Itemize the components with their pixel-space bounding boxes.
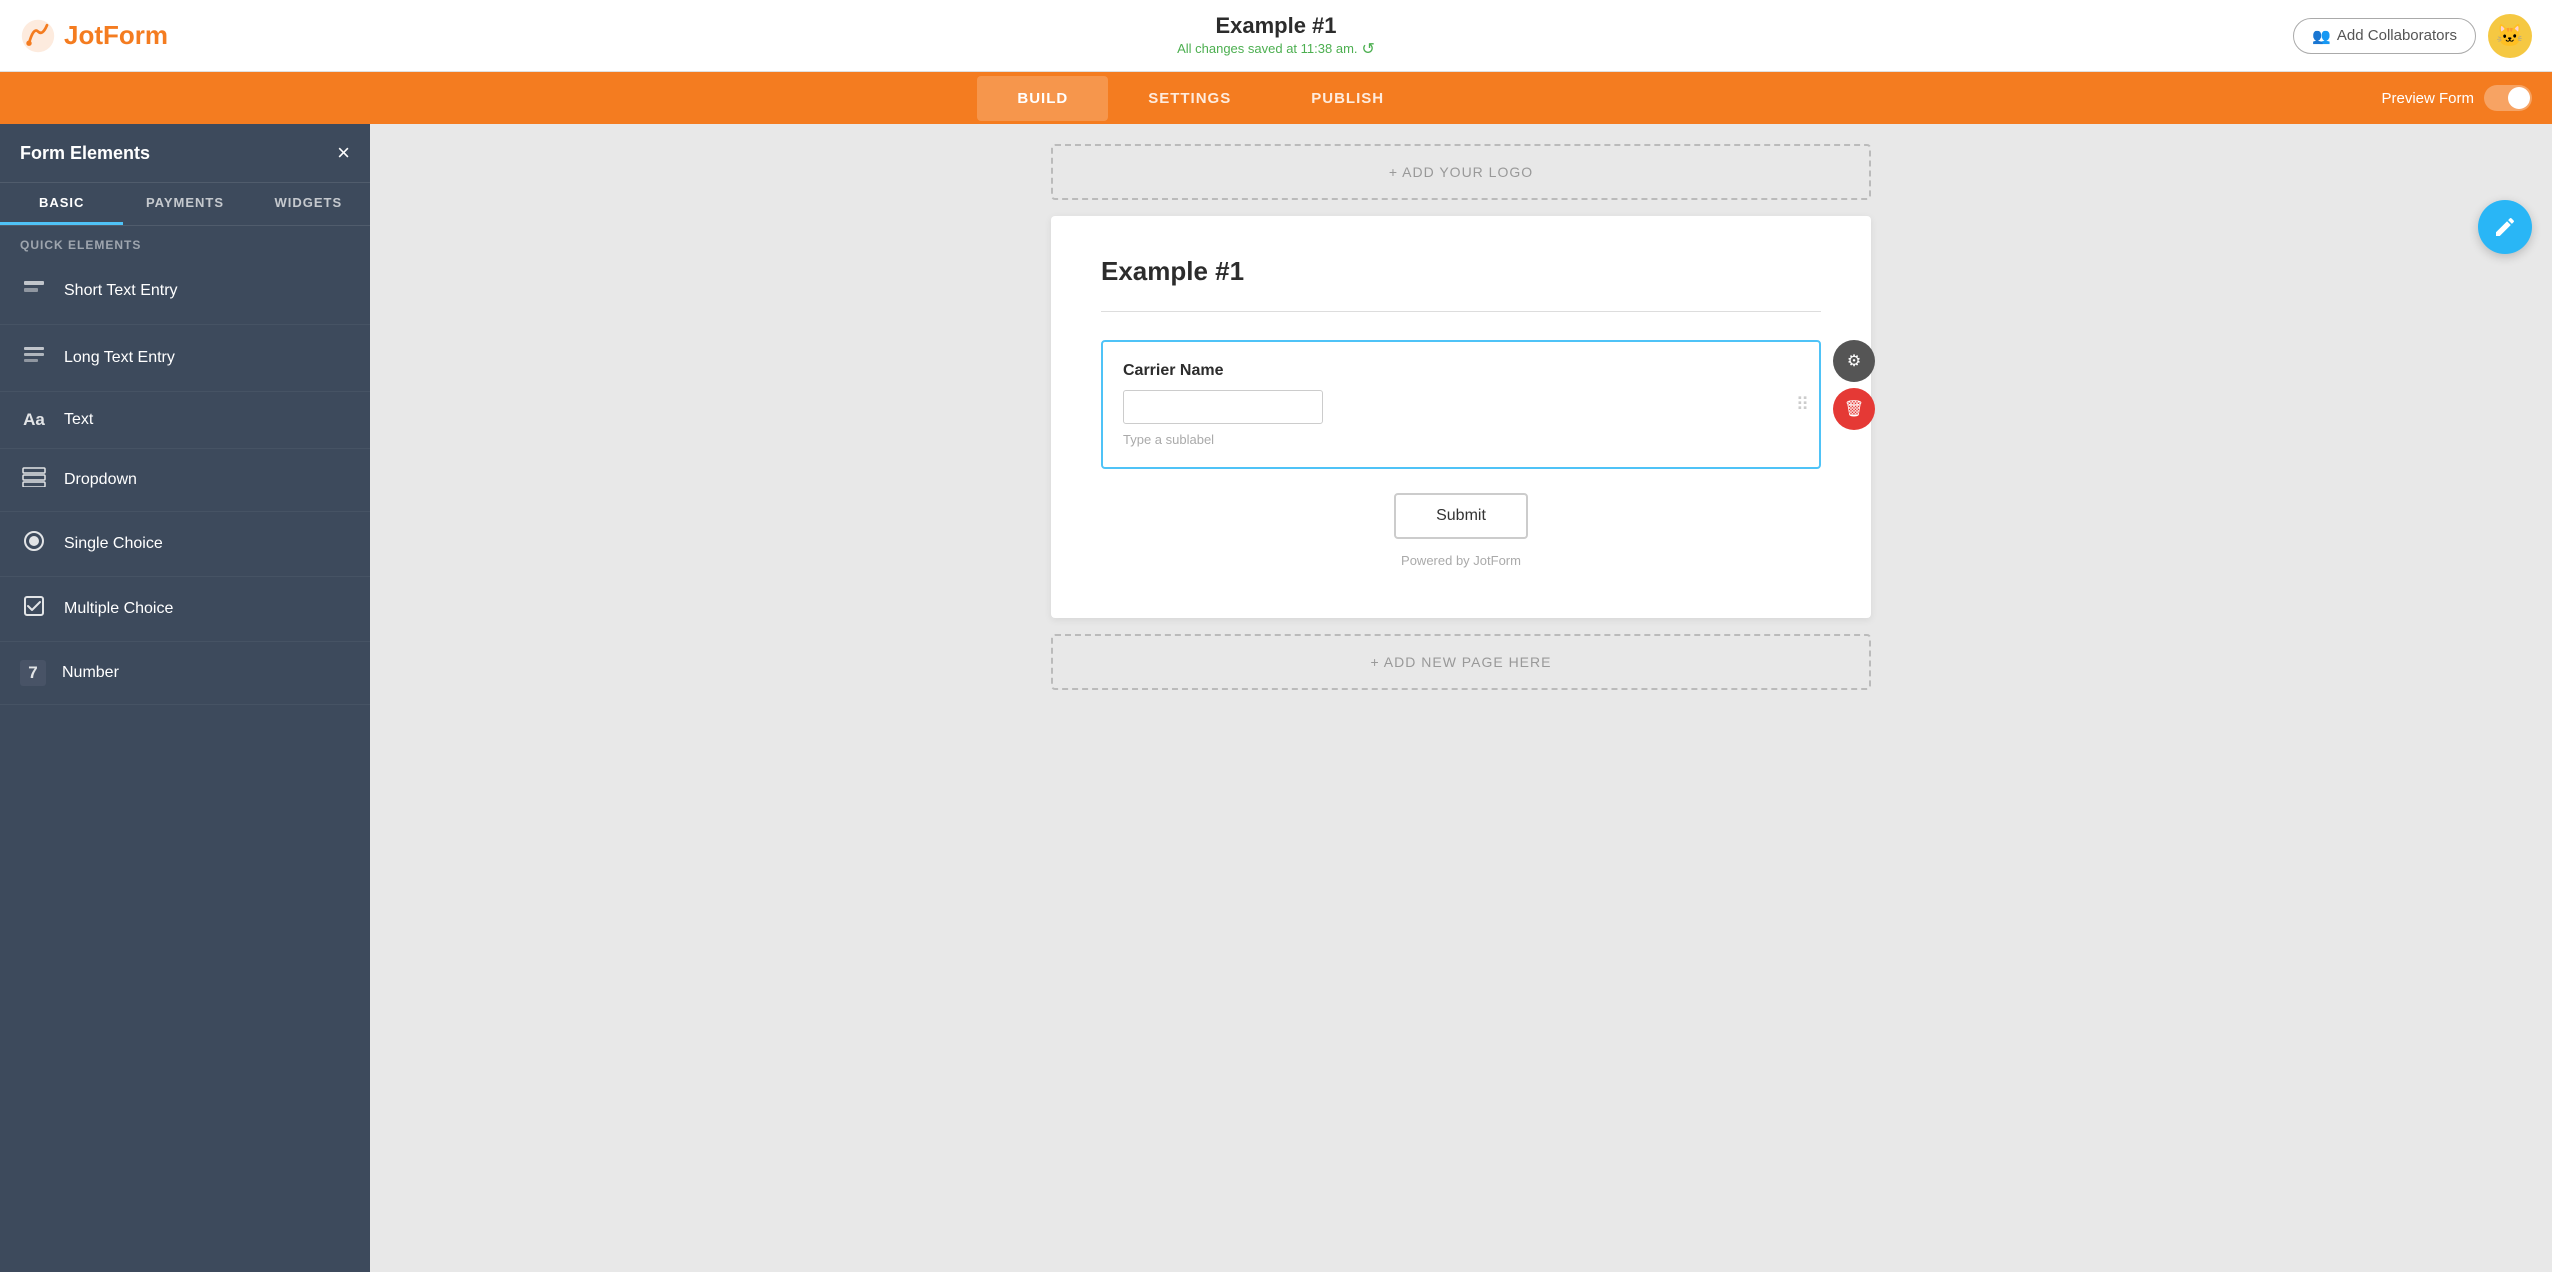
saved-status: All changes saved at 11:38 am. ↺: [1177, 39, 1375, 59]
field-actions: ⚙ 🗑: [1833, 340, 1875, 430]
header-center: Example #1 All changes saved at 11:38 am…: [1177, 13, 1375, 59]
toggle-knob: [2508, 87, 2530, 109]
submit-button[interactable]: Submit: [1394, 493, 1528, 539]
short-text-icon: [20, 276, 48, 306]
powered-by: Powered by JotForm: [1101, 553, 1821, 568]
field-sublabel: Type a sublabel: [1123, 432, 1799, 447]
field-delete-button[interactable]: 🗑: [1833, 388, 1875, 430]
preview-form-label: Preview Form: [2381, 90, 2474, 107]
sidebar-items: Short Text Entry Long Text Entry Aa Text…: [0, 258, 370, 1272]
number-icon: 7: [20, 660, 46, 686]
tab-widgets[interactable]: WIDGETS: [247, 183, 370, 225]
add-new-page-area[interactable]: + ADD NEW PAGE HERE: [1051, 634, 1871, 690]
sidebar-item-multiple-choice[interactable]: Multiple Choice: [0, 577, 370, 642]
sidebar-item-single-choice[interactable]: Single Choice: [0, 512, 370, 577]
nav-bar: BUILD SETTINGS PUBLISH Preview Form: [0, 72, 2552, 124]
add-collaborators-button[interactable]: 👥 Add Collaborators: [2293, 18, 2476, 54]
dropdown-icon: [20, 467, 48, 493]
preview-form-toggle[interactable]: [2484, 85, 2532, 111]
close-sidebar-button[interactable]: ×: [337, 140, 350, 166]
jotform-logo-icon: [20, 18, 56, 54]
sidebar-tabs: BASIC PAYMENTS WIDGETS: [0, 183, 370, 226]
field-settings-button[interactable]: ⚙: [1833, 340, 1875, 382]
tab-settings[interactable]: SETTINGS: [1108, 76, 1271, 121]
long-text-icon: [20, 343, 48, 373]
sidebar-item-label: Dropdown: [64, 471, 137, 489]
form-field-wrapper[interactable]: Carrier Name Type a sublabel ⠿: [1101, 340, 1821, 469]
users-icon: 👥: [2312, 27, 2331, 45]
tab-publish[interactable]: PUBLISH: [1271, 76, 1424, 121]
sidebar-item-label: Text: [64, 411, 93, 429]
header-right: 👥 Add Collaborators 🐱: [2293, 14, 2532, 58]
preview-area: Preview Form: [2381, 85, 2532, 111]
sidebar-item-label: Number: [62, 664, 119, 682]
sidebar-header: Form Elements ×: [0, 124, 370, 183]
form-card: Example #1 Carrier Name Type a sublabel …: [1051, 216, 1871, 618]
sidebar-item-short-text[interactable]: Short Text Entry: [0, 258, 370, 325]
single-choice-icon: [20, 530, 48, 558]
sidebar-item-long-text[interactable]: Long Text Entry: [0, 325, 370, 392]
floating-edit-button[interactable]: [2478, 200, 2532, 254]
sidebar-item-label: Multiple Choice: [64, 600, 173, 618]
carrier-name-input[interactable]: [1123, 390, 1323, 424]
main-layout: Form Elements × BASIC PAYMENTS WIDGETS Q…: [0, 124, 2552, 1272]
form-divider: [1101, 311, 1821, 312]
canvas-area: + ADD YOUR LOGO Example #1 Carrier Name …: [370, 124, 2552, 1272]
multiple-choice-icon: [20, 595, 48, 623]
add-logo-area[interactable]: + ADD YOUR LOGO: [1051, 144, 1871, 200]
sidebar-item-dropdown[interactable]: Dropdown: [0, 449, 370, 512]
form-card-title: Example #1: [1101, 256, 1821, 287]
form-title: Example #1: [1177, 13, 1375, 39]
refresh-icon: ↺: [1362, 39, 1375, 59]
tab-basic[interactable]: BASIC: [0, 183, 123, 225]
sidebar-item-label: Short Text Entry: [64, 282, 178, 300]
quick-elements-label: QUICK ELEMENTS: [0, 226, 370, 258]
sidebar-title: Form Elements: [20, 143, 150, 164]
tab-payments[interactable]: PAYMENTS: [123, 183, 246, 225]
sidebar-item-label: Long Text Entry: [64, 349, 175, 367]
logo-text: JotForm: [64, 20, 168, 51]
text-icon: Aa: [20, 410, 48, 430]
logo-area: JotForm: [20, 18, 168, 54]
nav-tabs: BUILD SETTINGS PUBLISH: [20, 76, 2381, 121]
form-field-container: Carrier Name Type a sublabel ⠿ ⚙ 🗑: [1101, 340, 1821, 469]
sidebar-item-text[interactable]: Aa Text: [0, 392, 370, 449]
top-header: JotForm Example #1 All changes saved at …: [0, 0, 2552, 72]
canvas-inner: + ADD YOUR LOGO Example #1 Carrier Name …: [1011, 124, 1911, 730]
sidebar-item-label: Single Choice: [64, 535, 163, 553]
sidebar: Form Elements × BASIC PAYMENTS WIDGETS Q…: [0, 124, 370, 1272]
sidebar-item-number[interactable]: 7 Number: [0, 642, 370, 705]
field-label: Carrier Name: [1123, 362, 1799, 380]
tab-build[interactable]: BUILD: [977, 76, 1108, 121]
drag-handle-icon: ⠿: [1796, 394, 1809, 415]
avatar[interactable]: 🐱: [2488, 14, 2532, 58]
pencil-icon: [2493, 215, 2517, 239]
